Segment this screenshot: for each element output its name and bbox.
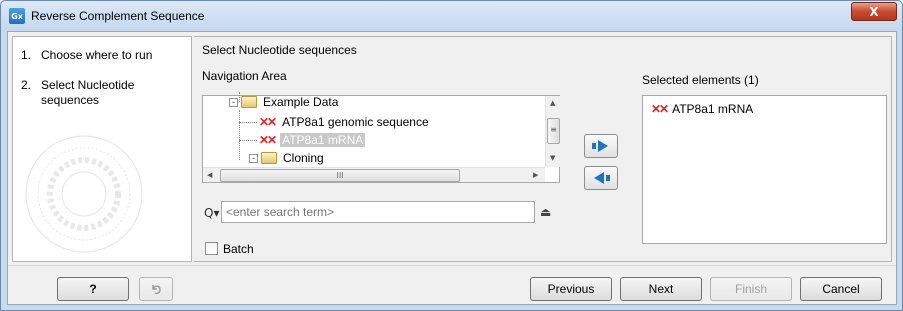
wizard-steps-panel: 1. Choose where to run 2. Select Nucleot… [12, 36, 192, 262]
dna-sequence-icon: ✕✕ [259, 133, 277, 147]
title-bar: Gx Reverse Complement Sequence X [1, 1, 902, 31]
scrollbar-thumb[interactable]: III [220, 169, 460, 182]
tree-item-cloning[interactable]: - Cloning [249, 149, 326, 167]
cancel-button[interactable]: Cancel [800, 277, 882, 301]
scrollbar-thumb[interactable]: ≡ [547, 118, 560, 144]
selected-elements-list[interactable]: ✕✕ ATP8a1 mRNA [642, 95, 887, 244]
main-panel: Select Nucleotide sequences Navigation A… [194, 36, 892, 262]
search-icon[interactable]: Q▾ [204, 206, 219, 220]
scroll-down-icon[interactable]: ▼ [550, 154, 555, 162]
step-label: Choose where to run [41, 48, 153, 62]
tree-item-example-data[interactable]: - Example Data [229, 93, 340, 111]
tree-line [239, 110, 240, 160]
finish-button[interactable]: Finish [710, 277, 792, 301]
collapse-icon[interactable]: - [229, 97, 238, 107]
window-title: Reverse Complement Sequence [31, 9, 205, 23]
panel-heading: Select Nucleotide sequences [202, 43, 357, 57]
search-input[interactable] [221, 201, 535, 223]
watermark-logo-icon [25, 135, 143, 253]
tree-item-label: Cloning [283, 151, 324, 165]
scroll-up-icon[interactable]: ▲ [550, 99, 555, 107]
next-button[interactable]: Next [620, 277, 702, 301]
selected-item-label: ATP8a1 mRNA [672, 102, 754, 116]
app-icon: Gx [9, 8, 25, 24]
navigation-tree[interactable]: - Example Data ✕✕ ATP8a1 genomic sequenc… [202, 92, 560, 183]
tree-line [239, 122, 257, 123]
tree-item-label: ATP8a1 genomic sequence [282, 115, 429, 129]
step-number: 1. [21, 48, 32, 62]
help-button[interactable]: ? [57, 277, 129, 301]
previous-button[interactable]: Previous [530, 277, 612, 301]
scroll-left-icon[interactable]: ◀ [207, 171, 212, 179]
restore-defaults-button[interactable] [139, 277, 173, 301]
footer-divider [8, 265, 896, 266]
dialog-body: 1. Choose where to run 2. Select Nucleot… [7, 31, 897, 305]
arrow-right-icon [592, 140, 608, 152]
navigation-area-label: Navigation Area [202, 69, 287, 83]
tree-item-atp8a1-genomic-sequence[interactable]: ✕✕ ATP8a1 genomic sequence [259, 113, 431, 131]
selected-elements-label: Selected elements (1) [642, 73, 759, 87]
tree-line [239, 140, 257, 141]
add-to-selection-button[interactable] [584, 134, 618, 158]
vertical-scrollbar[interactable]: ▲ ≡ ▼ [545, 96, 560, 167]
step-label: Select Nucleotide sequences [41, 78, 135, 107]
batch-checkbox[interactable] [205, 242, 218, 255]
clear-search-icon[interactable]: ⏏ [540, 205, 551, 219]
horizontal-scrollbar[interactable]: ◀ III ▶ [203, 167, 545, 182]
close-button[interactable]: X [851, 2, 897, 21]
tree-item-label: Example Data [263, 95, 339, 109]
collapse-icon[interactable]: - [249, 153, 258, 163]
batch-label: Batch [223, 242, 254, 256]
dna-sequence-icon: ✕✕ [651, 102, 669, 116]
arrow-left-icon [594, 172, 610, 184]
folder-icon [241, 96, 257, 108]
selected-item-atp8a1-mrna[interactable]: ✕✕ ATP8a1 mRNA [651, 102, 753, 116]
scroll-right-icon[interactable]: ▶ [533, 171, 538, 179]
dialog-window: Gx Reverse Complement Sequence X 1. Choo… [0, 0, 903, 311]
dna-sequence-icon: ✕✕ [259, 115, 277, 129]
folder-icon [261, 152, 277, 164]
step-number: 2. [21, 78, 32, 92]
tree-item-label: ATP8a1 mRNA [280, 133, 366, 147]
undo-icon [152, 285, 161, 295]
remove-from-selection-button[interactable] [584, 166, 618, 190]
tree-item-atp8a1-mrna[interactable]: ✕✕ ATP8a1 mRNA [259, 131, 366, 149]
